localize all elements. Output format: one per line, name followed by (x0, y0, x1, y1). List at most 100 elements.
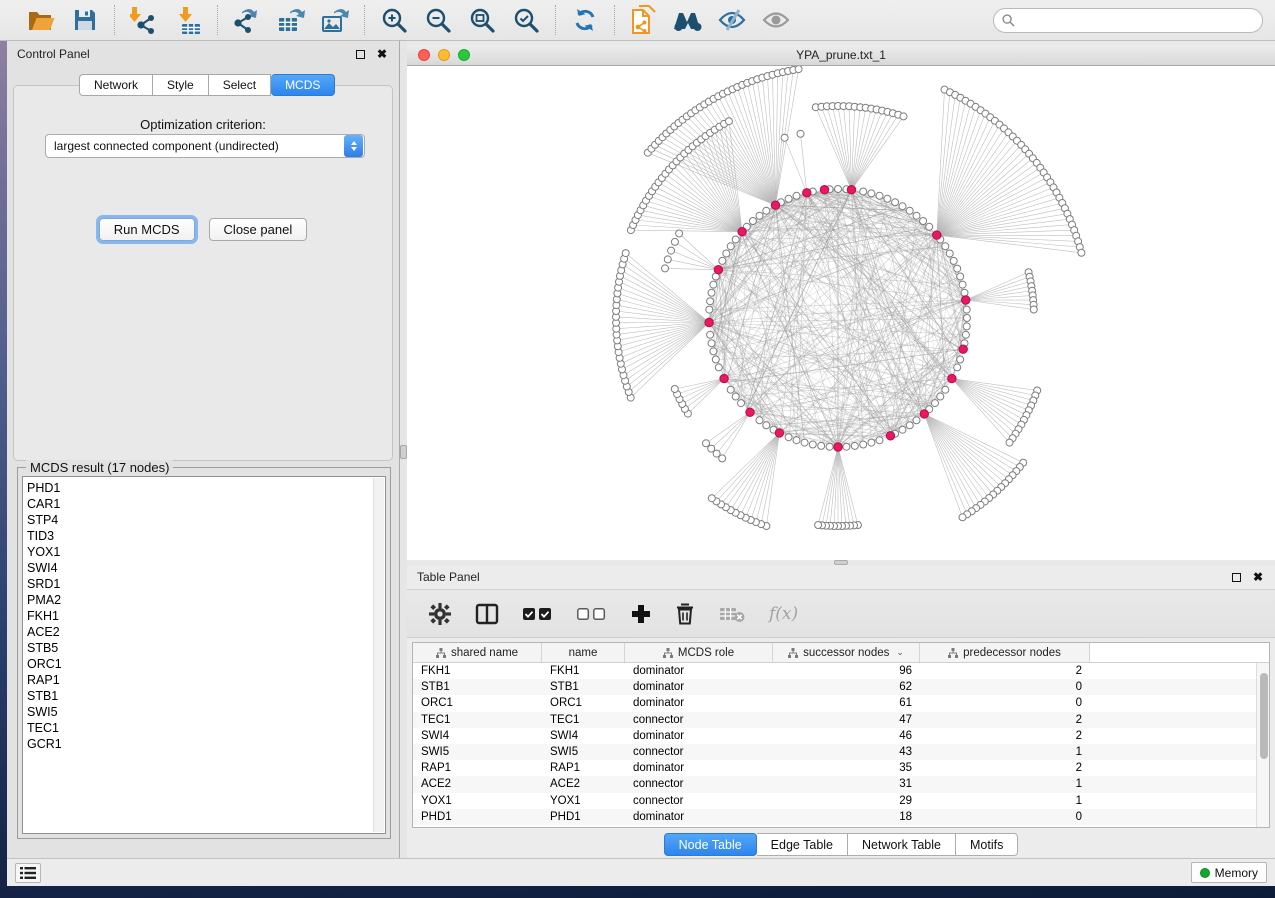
cell-mcds_role: dominator (625, 811, 773, 823)
network-window-title: YPA_prune.txt_1 (407, 48, 1275, 62)
save-session-icon[interactable] (67, 5, 103, 35)
optimization-criterion-label: Optimization criterion: (14, 117, 392, 132)
table-row[interactable]: ACE2ACE2connector311 (413, 776, 1256, 792)
close-panel-icon[interactable]: ✖ (1251, 570, 1265, 584)
tab-node-table[interactable]: Node Table (664, 833, 757, 856)
table-row[interactable]: SWI5SWI5connector431 (413, 744, 1256, 760)
show-graphics-icon[interactable] (758, 5, 794, 35)
function-builder-icon[interactable]: f(x) (769, 599, 798, 629)
mcds-result-group: MCDS result (17 nodes) PHD1CAR1STP4TID3Y… (17, 467, 391, 839)
deselect-all-icon[interactable] (577, 599, 607, 629)
hide-graphics-icon[interactable] (714, 5, 750, 35)
export-table-icon[interactable] (273, 5, 309, 35)
delete-table-icon[interactable] (719, 599, 745, 629)
scrollbar-thumb[interactable] (1260, 673, 1268, 759)
mcds-result-item[interactable]: SWI4 (27, 560, 385, 576)
table-settings-icon[interactable] (429, 599, 451, 629)
mcds-list-scrollbar[interactable] (373, 478, 384, 832)
column-header-shared-name[interactable]: shared name (413, 643, 542, 662)
mcds-result-item[interactable]: YOX1 (27, 544, 385, 560)
zoom-fit-icon[interactable] (464, 5, 500, 35)
sort-indicator-icon[interactable]: ⌄ (896, 647, 904, 658)
import-table-icon[interactable] (170, 5, 206, 35)
run-mcds-button[interactable]: Run MCDS (99, 218, 195, 241)
export-image-icon[interactable] (317, 5, 353, 35)
mcds-result-item[interactable]: STB1 (27, 688, 385, 704)
zoom-selected-icon[interactable] (508, 5, 544, 35)
mcds-result-item[interactable]: ORC1 (27, 656, 385, 672)
zoom-in-icon[interactable] (376, 5, 412, 35)
refresh-icon[interactable] (567, 5, 603, 35)
table-row[interactable]: TEC1TEC1connector472 (413, 712, 1256, 728)
network-document-icon[interactable] (626, 5, 662, 35)
tab-motifs[interactable]: Motifs (956, 833, 1018, 856)
mcds-result-item[interactable]: TID3 (27, 528, 385, 544)
binoculars-icon[interactable] (670, 5, 706, 35)
mcds-result-item[interactable]: CAR1 (27, 496, 385, 512)
search-input[interactable] (1020, 13, 1254, 27)
control-panel-tabs: NetworkStyleSelectMCDS (79, 74, 335, 96)
memory-button[interactable]: Memory (1191, 862, 1267, 883)
mcds-result-item[interactable]: GCR1 (27, 736, 385, 752)
zoom-out-icon[interactable] (420, 5, 456, 35)
mcds-result-item[interactable]: STB5 (27, 640, 385, 656)
table-row[interactable]: FKH1FKH1dominator962 (413, 663, 1256, 679)
cell-successor_nodes: 43 (773, 746, 920, 758)
table-scrollbar[interactable] (1256, 663, 1269, 827)
tab-network-table[interactable]: Network Table (848, 833, 956, 856)
column-header-MCDS-role[interactable]: MCDS role (625, 643, 773, 662)
mcds-result-item[interactable]: PHD1 (27, 480, 385, 496)
table-row[interactable]: ORC1ORC1dominator610 (413, 695, 1256, 711)
cell-shared_name: FKH1 (413, 665, 542, 677)
open-file-icon[interactable] (23, 5, 59, 35)
mcds-result-item[interactable]: PMA2 (27, 592, 385, 608)
splitter-handle[interactable] (400, 445, 407, 459)
tab-select[interactable]: Select (209, 74, 271, 96)
network-area: YPA_prune.txt_1 Table Panel ✖ (407, 41, 1275, 858)
mcds-result-item[interactable]: SRD1 (27, 576, 385, 592)
mcds-result-item[interactable]: STP4 (27, 512, 385, 528)
cell-predecessor_nodes: 2 (920, 665, 1090, 677)
mcds-result-item[interactable]: FKH1 (27, 608, 385, 624)
table-tabs: Node TableEdge TableNetwork TableMotifs (407, 833, 1275, 856)
show-columns-icon[interactable] (475, 599, 499, 629)
float-panel-icon[interactable] (1229, 570, 1243, 584)
network-canvas[interactable] (407, 66, 1275, 560)
cell-shared_name: TEC1 (413, 714, 542, 726)
delete-column-icon[interactable] (675, 599, 695, 629)
table-row[interactable]: STB1STB1dominator620 (413, 679, 1256, 695)
table-row[interactable]: PHD1PHD1dominator180 (413, 809, 1256, 825)
network-graph[interactable] (407, 66, 1275, 560)
close-panel-icon[interactable]: ✖ (375, 47, 389, 61)
vertical-splitter[interactable] (400, 41, 407, 858)
column-header-name[interactable]: name (542, 643, 625, 662)
network-window-titlebar[interactable]: YPA_prune.txt_1 (407, 45, 1275, 66)
add-column-icon[interactable] (631, 599, 651, 629)
tab-network[interactable]: Network (79, 74, 153, 96)
mcds-result-item[interactable]: TEC1 (27, 720, 385, 736)
close-panel-button[interactable]: Close panel (209, 218, 308, 241)
cell-shared_name: ACE2 (413, 778, 542, 790)
optimization-criterion-select[interactable]: largest connected component (undirected) (45, 134, 365, 158)
column-header-successor-nodes[interactable]: successor nodes⌄ (773, 643, 920, 662)
tab-mcds[interactable]: MCDS (271, 74, 335, 96)
select-all-icon[interactable] (523, 599, 553, 629)
table-row[interactable]: RAP1RAP1dominator352 (413, 760, 1256, 776)
cell-shared_name: PHD1 (413, 811, 542, 823)
column-header-predecessor-nodes[interactable]: predecessor nodes (920, 643, 1090, 662)
mcds-tab-content: Optimization criterion: largest connecte… (13, 85, 393, 461)
export-network-icon[interactable] (229, 5, 265, 35)
mcds-result-item[interactable]: ACE2 (27, 624, 385, 640)
search-field[interactable] (993, 8, 1263, 33)
float-panel-icon[interactable] (353, 47, 367, 61)
tab-edge-table[interactable]: Edge Table (757, 833, 848, 856)
table-row[interactable]: YOX1YOX1connector291 (413, 793, 1256, 809)
cell-name: PHD1 (542, 811, 625, 823)
mcds-result-item[interactable]: RAP1 (27, 672, 385, 688)
mcds-result-item[interactable]: SWI5 (27, 704, 385, 720)
tab-style[interactable]: Style (153, 74, 209, 96)
table-row[interactable]: SWI4SWI4dominator462 (413, 728, 1256, 744)
import-network-icon[interactable] (126, 5, 162, 35)
mcds-result-list[interactable]: PHD1CAR1STP4TID3YOX1SWI4SRD1PMA2FKH1ACE2… (22, 476, 386, 834)
task-history-button[interactable] (15, 863, 41, 883)
